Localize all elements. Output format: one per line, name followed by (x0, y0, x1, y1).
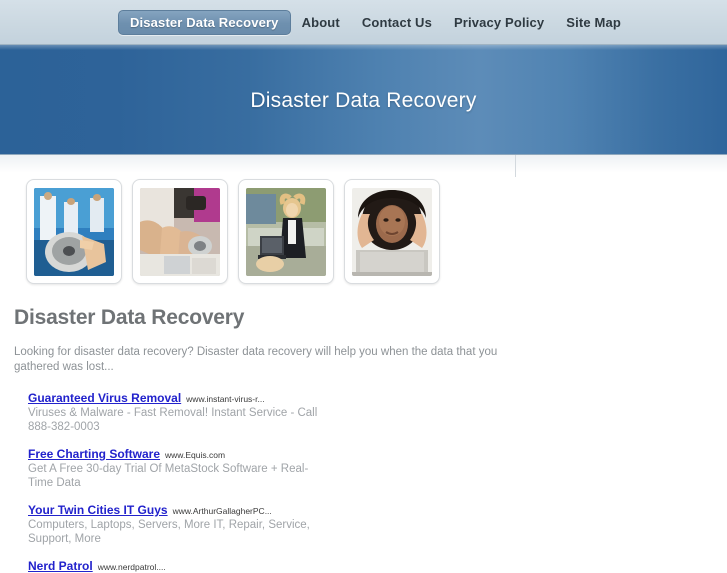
ad-display-url: www.ArthurGallagherPC... (172, 506, 272, 516)
ad-item[interactable]: Nerd Patrol www.nerdpatrol.... (28, 559, 500, 573)
thumbnail-frustrated-woman-laptop-outdoors[interactable] (238, 179, 334, 284)
ads-list: Guaranteed Virus Removal www.instant-vir… (28, 391, 500, 573)
nav-item-contact-us[interactable]: Contact Us (351, 10, 443, 35)
banner-sheen (0, 45, 727, 50)
thumbnail-row (0, 173, 727, 284)
ad-display-url: www.Equis.com (165, 450, 226, 460)
nav-item-privacy-policy[interactable]: Privacy Policy (443, 10, 555, 35)
top-navigation-bar: Disaster Data Recovery About Contact Us … (0, 0, 727, 45)
ad-item[interactable]: Guaranteed Virus Removal www.instant-vir… (28, 391, 500, 434)
banner-shadow-strip (0, 155, 727, 173)
ad-headline-row: Nerd Patrol www.nerdpatrol.... (28, 559, 500, 573)
nav-item-about[interactable]: About (291, 10, 351, 35)
hard-drive-repair-hands-image (140, 187, 220, 276)
ad-item[interactable]: Your Twin Cities IT Guys www.ArthurGalla… (28, 503, 500, 546)
nav-items-container: Disaster Data Recovery About Contact Us … (0, 0, 727, 44)
page-title: Disaster Data Recovery (14, 306, 245, 329)
ad-headline-row: Your Twin Cities IT Guys www.ArthurGalla… (28, 503, 500, 517)
ad-description: Get A Free 30-day Trial Of MetaStock Sof… (28, 463, 309, 489)
ad-title-link[interactable]: Your Twin Cities IT Guys (28, 503, 168, 517)
nav-item-site-map[interactable]: Site Map (555, 10, 632, 35)
stressed-woman-laptop-image (352, 187, 432, 276)
ad-headline-row: Free Charting Software www.Equis.com (28, 447, 500, 461)
hard-drive-clean-room-image (34, 187, 114, 276)
thumbnail-hard-drive-clean-room[interactable] (26, 179, 122, 284)
ad-description: Viruses & Malware - Fast Removal! Instan… (28, 407, 318, 433)
main-content-column: Disaster Data Recovery Looking for disas… (0, 284, 500, 573)
intro-paragraph: Looking for disaster data recovery? Disa… (14, 346, 498, 373)
ad-display-url: www.nerdpatrol.... (97, 562, 166, 572)
page-body: Disaster Data Recovery Looking for disas… (0, 155, 727, 573)
ad-title-link[interactable]: Nerd Patrol (28, 559, 93, 573)
thumbnail-stressed-woman-at-laptop[interactable] (344, 179, 440, 284)
thumbnail-hard-drive-repair-hands[interactable] (132, 179, 228, 284)
banner-title: Disaster Data Recovery (250, 89, 477, 112)
ad-display-url: www.instant-virus-r... (186, 394, 265, 404)
frustrated-woman-laptop-image (246, 187, 326, 276)
ad-item[interactable]: Free Charting Software www.Equis.com Get… (28, 447, 500, 490)
ad-title-link[interactable]: Guaranteed Virus Removal (28, 391, 181, 405)
ad-description: Computers, Laptops, Servers, More IT, Re… (28, 519, 310, 545)
ad-headline-row: Guaranteed Virus Removal www.instant-vir… (28, 391, 500, 405)
nav-item-disaster-data-recovery[interactable]: Disaster Data Recovery (118, 9, 291, 35)
ad-title-link[interactable]: Free Charting Software (28, 447, 160, 461)
site-banner: Disaster Data Recovery (0, 45, 727, 155)
column-divider (515, 155, 516, 177)
